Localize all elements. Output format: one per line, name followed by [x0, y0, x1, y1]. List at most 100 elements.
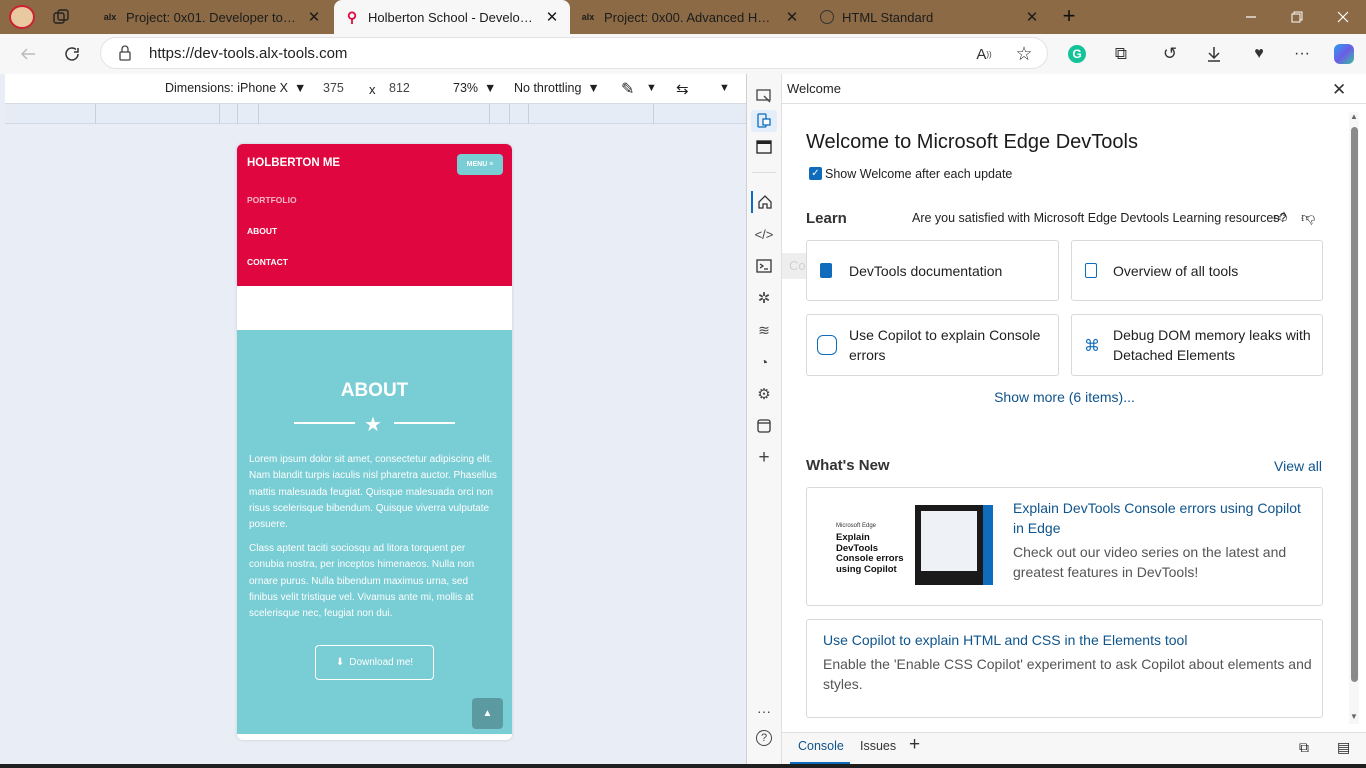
back-to-top-button[interactable]: ▲ — [472, 698, 503, 729]
back-icon[interactable] — [17, 43, 39, 65]
dimensions-label: Dimensions: iPhone X — [165, 81, 288, 95]
chevron-down-icon: ▼ — [484, 81, 497, 95]
browser-essentials-icon[interactable]: ♥ — [1248, 43, 1270, 65]
news-thumbnail: Microsoft Edge Explain DevTools Console … — [830, 497, 993, 594]
scrollbar-thumb[interactable] — [1351, 127, 1358, 682]
tab-advanced-html-project[interactable]: alx Project: 0x00. Advanced HTML | I ✕ — [570, 0, 810, 34]
download-button[interactable]: ⬇ Download me! — [315, 645, 434, 680]
menu-button[interactable]: MENU ≡ — [457, 154, 503, 175]
sensor-icon[interactable]: ✎ — [621, 79, 634, 99]
holberton-favicon-icon: ⚲ — [346, 8, 358, 25]
performance-icon[interactable]: ◔ — [751, 351, 777, 373]
show-welcome-checkbox[interactable]: ✓ — [809, 167, 822, 180]
show-welcome-label[interactable]: Show Welcome after each update — [825, 167, 1012, 181]
width-input[interactable]: 375 — [323, 81, 344, 95]
refresh-icon[interactable] — [61, 43, 83, 65]
nav-contact[interactable]: CONTACT — [247, 257, 288, 267]
chevron-down-icon: ▼ — [587, 81, 600, 95]
height-input[interactable]: 812 — [389, 81, 410, 95]
more-options-icon[interactable]: ▼ — [719, 82, 730, 94]
news-title[interactable]: Use Copilot to explain HTML and CSS in t… — [823, 630, 1187, 650]
sources-bug-icon[interactable]: ✲ — [751, 287, 777, 309]
add-drawer-tab-icon[interactable]: + — [909, 734, 920, 756]
network-wifi-icon[interactable]: ≋ — [751, 319, 777, 341]
workspaces-icon[interactable] — [52, 8, 70, 26]
show-more-link[interactable]: Show more (6 items)... — [806, 389, 1323, 405]
drawer-tab-console[interactable]: Console — [798, 739, 844, 753]
news-description: Enable the 'Enable CSS Copilot' experime… — [823, 656, 1312, 692]
close-window-button[interactable] — [1320, 0, 1366, 34]
more-tools-icon[interactable]: ··· — [751, 700, 777, 722]
console-icon[interactable] — [751, 255, 777, 277]
nav-about[interactable]: ABOUT — [247, 226, 277, 236]
elements-icon[interactable]: </> — [751, 223, 777, 245]
scrollbar-down-arrow[interactable]: ▼ — [1350, 712, 1358, 721]
tab-holberton-school[interactable]: ⚲ Holberton School - Developer to ✕ — [334, 0, 570, 34]
about-paragraph-2: Class aptent taciti sociosqu ad litora t… — [249, 543, 475, 620]
toggle-drawer-icon[interactable]: ▤ — [1337, 739, 1350, 756]
copilot-icon[interactable] — [1333, 43, 1355, 65]
read-aloud-icon[interactable]: A)) — [973, 43, 995, 65]
panel-header-divider — [782, 103, 1366, 104]
site-brand[interactable]: HOLBERTON ME — [247, 157, 340, 169]
zoom-dropdown[interactable]: 73% ▼ — [453, 81, 496, 95]
nav-portfolio[interactable]: PORTFOLIO — [247, 195, 297, 205]
chevron-up-icon: ▲ — [482, 708, 493, 719]
tab-title: Project: 0x00. Advanced HTML | I — [604, 9, 778, 25]
inspect-icon[interactable] — [751, 85, 777, 107]
view-all-link[interactable]: View all — [1274, 458, 1322, 474]
home-icon[interactable] — [751, 191, 777, 213]
divider-line — [394, 422, 455, 424]
memory-chip-icon[interactable]: ⚙ — [751, 383, 777, 405]
help-icon[interactable]: ? — [751, 727, 777, 749]
close-icon[interactable]: ✕ — [1024, 8, 1040, 26]
document-icon — [1085, 263, 1097, 278]
welcome-title: Welcome to Microsoft Edge DevTools — [806, 131, 1138, 153]
device-emulation-icon[interactable] — [751, 110, 777, 132]
tab-developer-tools-project[interactable]: alx Project: 0x01. Developer tools | L ✕ — [92, 0, 332, 34]
scrollbar-up-arrow[interactable]: ▲ — [1350, 112, 1358, 121]
learn-card-label: DevTools documentation — [849, 263, 1003, 279]
rotate-icon[interactable]: ⇆ — [676, 80, 689, 98]
minimize-button[interactable] — [1228, 0, 1274, 34]
media-query-ruler — [5, 104, 746, 124]
whats-new-heading: What's New — [806, 457, 890, 474]
extensions-icon[interactable]: ⧉ — [1110, 43, 1132, 65]
history-icon[interactable]: ↺ — [1159, 43, 1181, 65]
restore-button[interactable] — [1274, 0, 1320, 34]
news-title[interactable]: Explain DevTools Console errors using Co… — [1013, 498, 1313, 538]
chevron-down-icon[interactable]: ▼ — [646, 82, 657, 94]
thumbs-down-icon[interactable]: 👎︎ — [1301, 209, 1315, 226]
undock-drawer-icon[interactable]: ⧉ — [1299, 739, 1309, 756]
tab-title: Project: 0x01. Developer tools | L — [126, 9, 300, 25]
download-label: Download me! — [349, 657, 414, 668]
profile-avatar[interactable] — [9, 5, 35, 29]
drawer-tab-issues[interactable]: Issues — [860, 739, 896, 753]
new-tab-button[interactable]: + — [1058, 5, 1080, 28]
more-menu-icon[interactable]: ··· — [1291, 43, 1313, 65]
close-icon[interactable]: ✕ — [784, 8, 800, 26]
tab-title: Holberton School - Developer to — [368, 9, 538, 25]
learn-card-label: Overview of all tools — [1113, 263, 1239, 279]
chevron-down-icon: ▼ — [293, 81, 307, 95]
alx-favicon-icon: alx — [103, 12, 117, 22]
satisfaction-question: Are you satisfied with Microsoft Edge De… — [912, 211, 1287, 225]
add-tool-icon[interactable]: + — [751, 447, 777, 469]
lock-icon[interactable] — [118, 45, 132, 61]
alx-favicon-icon: alx — [581, 12, 595, 22]
dimensions-dropdown[interactable]: Dimensions: iPhone X ▼ — [165, 81, 306, 95]
downloads-icon[interactable] — [1203, 43, 1225, 65]
grammarly-icon[interactable]: G — [1066, 43, 1088, 65]
thumbs-up-icon[interactable]: 👍︎ — [1273, 209, 1288, 226]
throttling-dropdown[interactable]: No throttling ▼ — [514, 81, 600, 95]
close-icon[interactable]: ✕ — [306, 8, 322, 26]
divider-line — [294, 422, 355, 424]
welcome-tab[interactable]: Welcome — [787, 81, 841, 96]
favorite-star-icon[interactable]: ☆ — [1013, 43, 1035, 65]
tab-html-standard[interactable]: HTML Standard ✕ — [810, 0, 1050, 34]
dock-icon[interactable] — [751, 136, 777, 158]
application-icon[interactable] — [751, 415, 777, 437]
close-devtools-icon[interactable]: ✕ — [1332, 80, 1346, 100]
url-text[interactable]: https://dev-tools.alx-tools.com — [149, 45, 347, 62]
close-icon[interactable]: ✕ — [544, 8, 560, 26]
